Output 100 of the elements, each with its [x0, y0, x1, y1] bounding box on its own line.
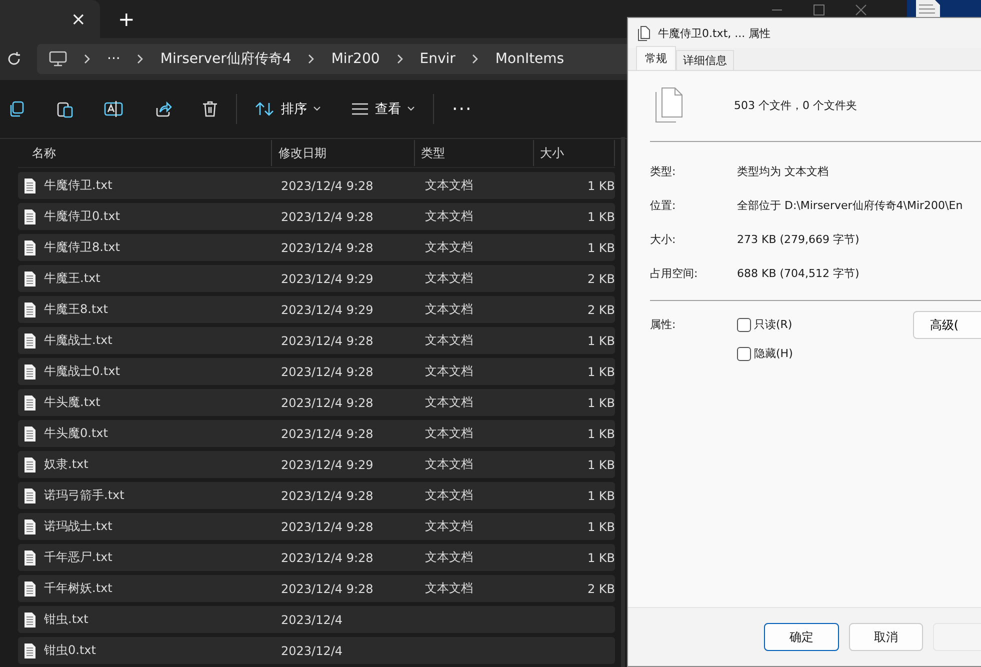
file-row[interactable]: 牛头魔0.txt 2023/12/4 9:28 文本文档 1 KB	[18, 420, 615, 447]
files-icon	[638, 26, 650, 40]
file-size: 1 KB	[586, 458, 615, 472]
file-date: 2023/12/4 9:29	[280, 302, 374, 316]
breadcrumb-item[interactable]: MonItems	[495, 51, 564, 67]
file-name: 牛魔战士.txt	[44, 332, 112, 349]
file-size: 1 KB	[586, 240, 615, 254]
close-tab-button[interactable]: ×	[64, 8, 92, 30]
file-size: 2 KB	[586, 272, 615, 286]
sort-button[interactable]: 排序	[255, 100, 321, 118]
file-name: 诺玛弓箭手.txt	[44, 487, 124, 504]
dialog-button[interactable]: 取消	[848, 623, 924, 651]
file-row[interactable]: 牛头魔.txt 2023/12/4 9:28 文本文档 1 KB	[18, 389, 615, 416]
file-row[interactable]: 诺玛弓箭手.txt 2023/12/4 9:28 文本文档 1 KB	[18, 482, 615, 509]
chevron-icon	[396, 54, 404, 64]
column-header[interactable]: 名称	[18, 140, 272, 166]
text-file-icon	[24, 456, 36, 472]
text-file-icon	[24, 178, 36, 194]
file-date: 2023/12/4	[280, 612, 344, 626]
file-row[interactable]: 牛魔侍卫8.txt 2023/12/4 9:28 文本文档 1 KB	[18, 234, 615, 261]
file-name: 诺玛战士.txt	[44, 518, 112, 535]
file-row[interactable]: 牛魔侍卫.txt 2023/12/4 9:28 文本文档 1 KB	[18, 172, 615, 199]
file-name: 奴隶.txt	[44, 456, 88, 473]
copy-icon[interactable]	[8, 100, 26, 118]
file-date: 2023/12/4 9:28	[280, 520, 374, 534]
text-file-icon	[24, 240, 36, 256]
file-row[interactable]: 钳虫0.txt 2023/12/4	[18, 637, 615, 664]
text-file-icon	[24, 580, 36, 596]
file-name: 千年树妖.txt	[44, 580, 112, 597]
dialog-title: 牛魔侍卫0.txt, ... 属性	[658, 26, 771, 40]
file-type: 文本文档	[424, 456, 474, 473]
field-label: 属性:	[650, 317, 677, 332]
file-row[interactable]: 千年恶尸.txt 2023/12/4 9:28 文本文档 1 KB	[18, 544, 615, 571]
text-file-icon	[24, 394, 36, 410]
refresh-icon[interactable]	[7, 52, 21, 66]
list-view-icon	[351, 103, 369, 115]
file-size: 2 KB	[586, 582, 615, 596]
column-header[interactable]: 修改日期	[272, 140, 415, 166]
file-size: 1 KB	[586, 334, 615, 348]
file-row[interactable]: 诺玛战士.txt 2023/12/4 9:28 文本文档 1 KB	[18, 513, 615, 540]
summary-text: 503 个文件，0 个文件夹	[734, 98, 857, 112]
checkbox[interactable]	[737, 346, 751, 360]
file-type: 文本文档	[424, 425, 474, 442]
file-date: 2023/12/4 9:29	[280, 458, 374, 472]
file-row[interactable]: 牛魔王8.txt 2023/12/4 9:29 文本文档 2 KB	[18, 296, 615, 323]
file-name: 牛魔王8.txt	[44, 301, 108, 318]
file-date: 2023/12/4 9:28	[280, 364, 374, 378]
text-file-icon	[24, 302, 36, 318]
file-type: 文本文档	[424, 301, 474, 318]
checkbox-label: 只读(R)	[754, 317, 792, 332]
dialog-tab[interactable]: 常规	[636, 46, 676, 70]
field-value: 全部位于 D:\Mirserver仙府传奇4\Mir200\En	[737, 198, 963, 212]
file-name: 牛头魔0.txt	[44, 425, 108, 442]
share-icon[interactable]	[154, 100, 172, 118]
file-row[interactable]: 牛魔侍卫0.txt 2023/12/4 9:28 文本文档 1 KB	[18, 203, 615, 230]
file-name: 千年恶尸.txt	[44, 549, 112, 566]
file-row[interactable]: 奴隶.txt 2023/12/4 9:29 文本文档 1 KB	[18, 451, 615, 478]
file-row[interactable]: 牛魔战士0.txt 2023/12/4 9:28 文本文档 1 KB	[18, 358, 615, 385]
dialog-button[interactable]: 确定	[764, 623, 839, 651]
column-header[interactable]: 大小	[534, 140, 615, 166]
breadcrumb-overflow[interactable]: ···	[107, 51, 120, 67]
paste-icon[interactable]	[56, 100, 74, 118]
breadcrumb-item[interactable]: Envir	[420, 51, 456, 67]
dialog-tab[interactable]: 详细信息	[676, 50, 734, 70]
field-label: 位置:	[650, 198, 677, 212]
file-type: 文本文档	[424, 332, 474, 349]
column-header[interactable]: 类型	[414, 140, 534, 166]
file-date: 2023/12/4 9:28	[280, 488, 374, 502]
close-icon[interactable]	[855, 4, 867, 16]
maximize-icon[interactable]	[813, 4, 825, 16]
checkbox[interactable]	[737, 318, 751, 332]
file-type: 文本文档	[424, 239, 474, 256]
rename-icon[interactable]	[104, 100, 124, 118]
file-row[interactable]: 千年树妖.txt 2023/12/4 9:28 文本文档 2 KB	[18, 575, 615, 602]
file-row[interactable]: 牛魔王.txt 2023/12/4 9:29 文本文档 2 KB	[18, 265, 615, 292]
more-button[interactable]: ···	[452, 98, 472, 120]
file-size: 1 KB	[586, 488, 615, 502]
file-name: 牛魔侍卫8.txt	[44, 239, 120, 256]
chevron-icon	[136, 54, 144, 64]
file-row[interactable]: 牛魔战士.txt 2023/12/4 9:28 文本文档 1 KB	[18, 327, 615, 354]
text-file-icon	[24, 332, 36, 348]
chevron-icon	[307, 54, 316, 64]
file-size: 1 KB	[586, 520, 615, 534]
delete-icon[interactable]	[202, 100, 218, 118]
text-file-icon	[24, 270, 36, 286]
new-tab-button[interactable]: +	[106, 0, 147, 38]
advanced-button[interactable]: 高级(	[912, 311, 981, 339]
file-type: 文本文档	[424, 549, 474, 566]
breadcrumb-item[interactable]: Mir200	[331, 51, 380, 67]
caret-icon	[407, 106, 415, 112]
file-date: 2023/12/4 9:28	[280, 550, 374, 564]
file-date: 2023/12/4 9:28	[280, 582, 374, 596]
view-button[interactable]: 查看	[351, 100, 415, 118]
browser-tab[interactable]: ×	[0, 0, 100, 38]
file-name: 牛魔战士0.txt	[44, 363, 120, 380]
file-date: 2023/12/4 9:28	[280, 178, 374, 192]
file-row[interactable]: 钳虫.txt 2023/12/4	[18, 606, 615, 633]
chevron-icon	[471, 54, 480, 64]
file-type: 文本文档	[424, 487, 474, 504]
breadcrumb-item[interactable]: Mirserver仙府传奇4	[160, 50, 292, 68]
